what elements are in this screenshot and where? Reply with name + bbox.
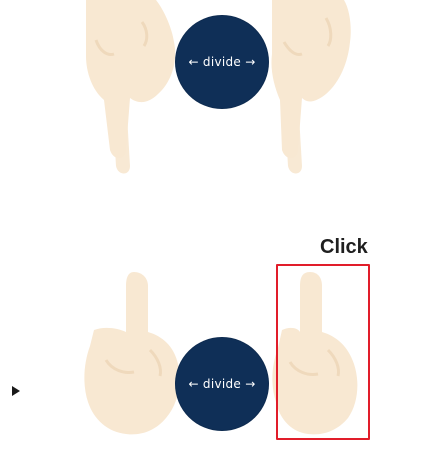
divide-button[interactable]: ← divide → (175, 337, 269, 431)
top-panel: ← divide → (0, 0, 446, 210)
click-label: Click (320, 236, 368, 258)
divide-button[interactable]: ← divide → (175, 15, 269, 109)
bottom-panel: ← divide → (0, 222, 446, 444)
play-icon[interactable] (12, 386, 20, 396)
left-hand-top (86, 0, 176, 174)
highlight-box[interactable] (276, 264, 370, 440)
right-hand-top (271, 0, 351, 174)
